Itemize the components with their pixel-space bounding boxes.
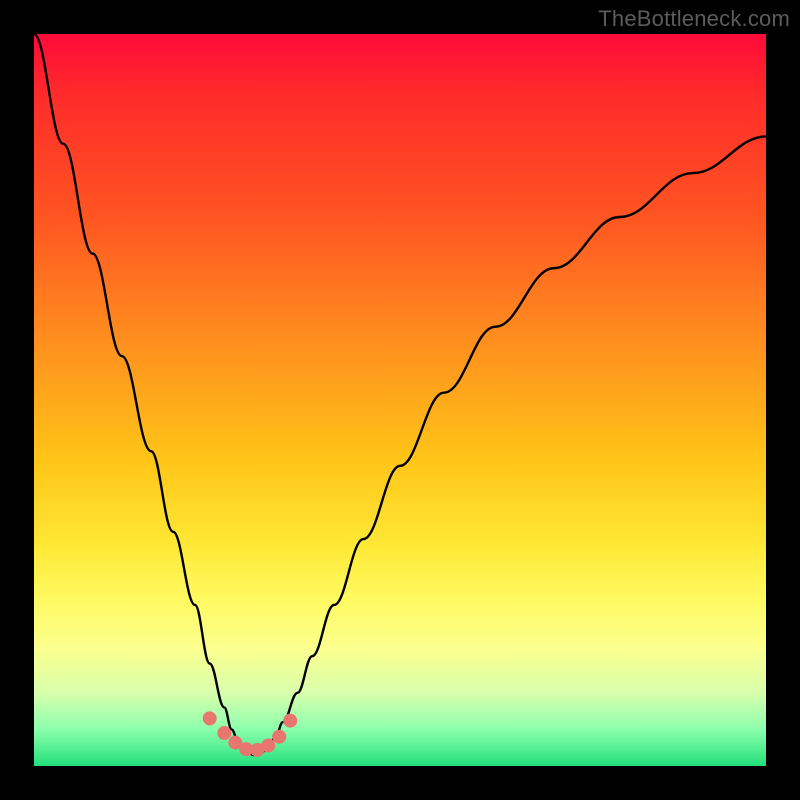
bottleneck-curve [34, 34, 766, 755]
chart-frame: TheBottleneck.com [0, 0, 800, 800]
minimum-marker-dot [283, 714, 297, 728]
curve-path [34, 34, 766, 755]
minimum-marker-dot [203, 711, 217, 725]
minimum-marker-dot [272, 730, 286, 744]
curve-layer [34, 34, 766, 766]
minimum-marker-dot [217, 726, 231, 740]
minimum-marker-dot [261, 739, 275, 753]
minimum-markers [203, 711, 298, 756]
watermark-text: TheBottleneck.com [598, 6, 790, 32]
plot-area [34, 34, 766, 766]
